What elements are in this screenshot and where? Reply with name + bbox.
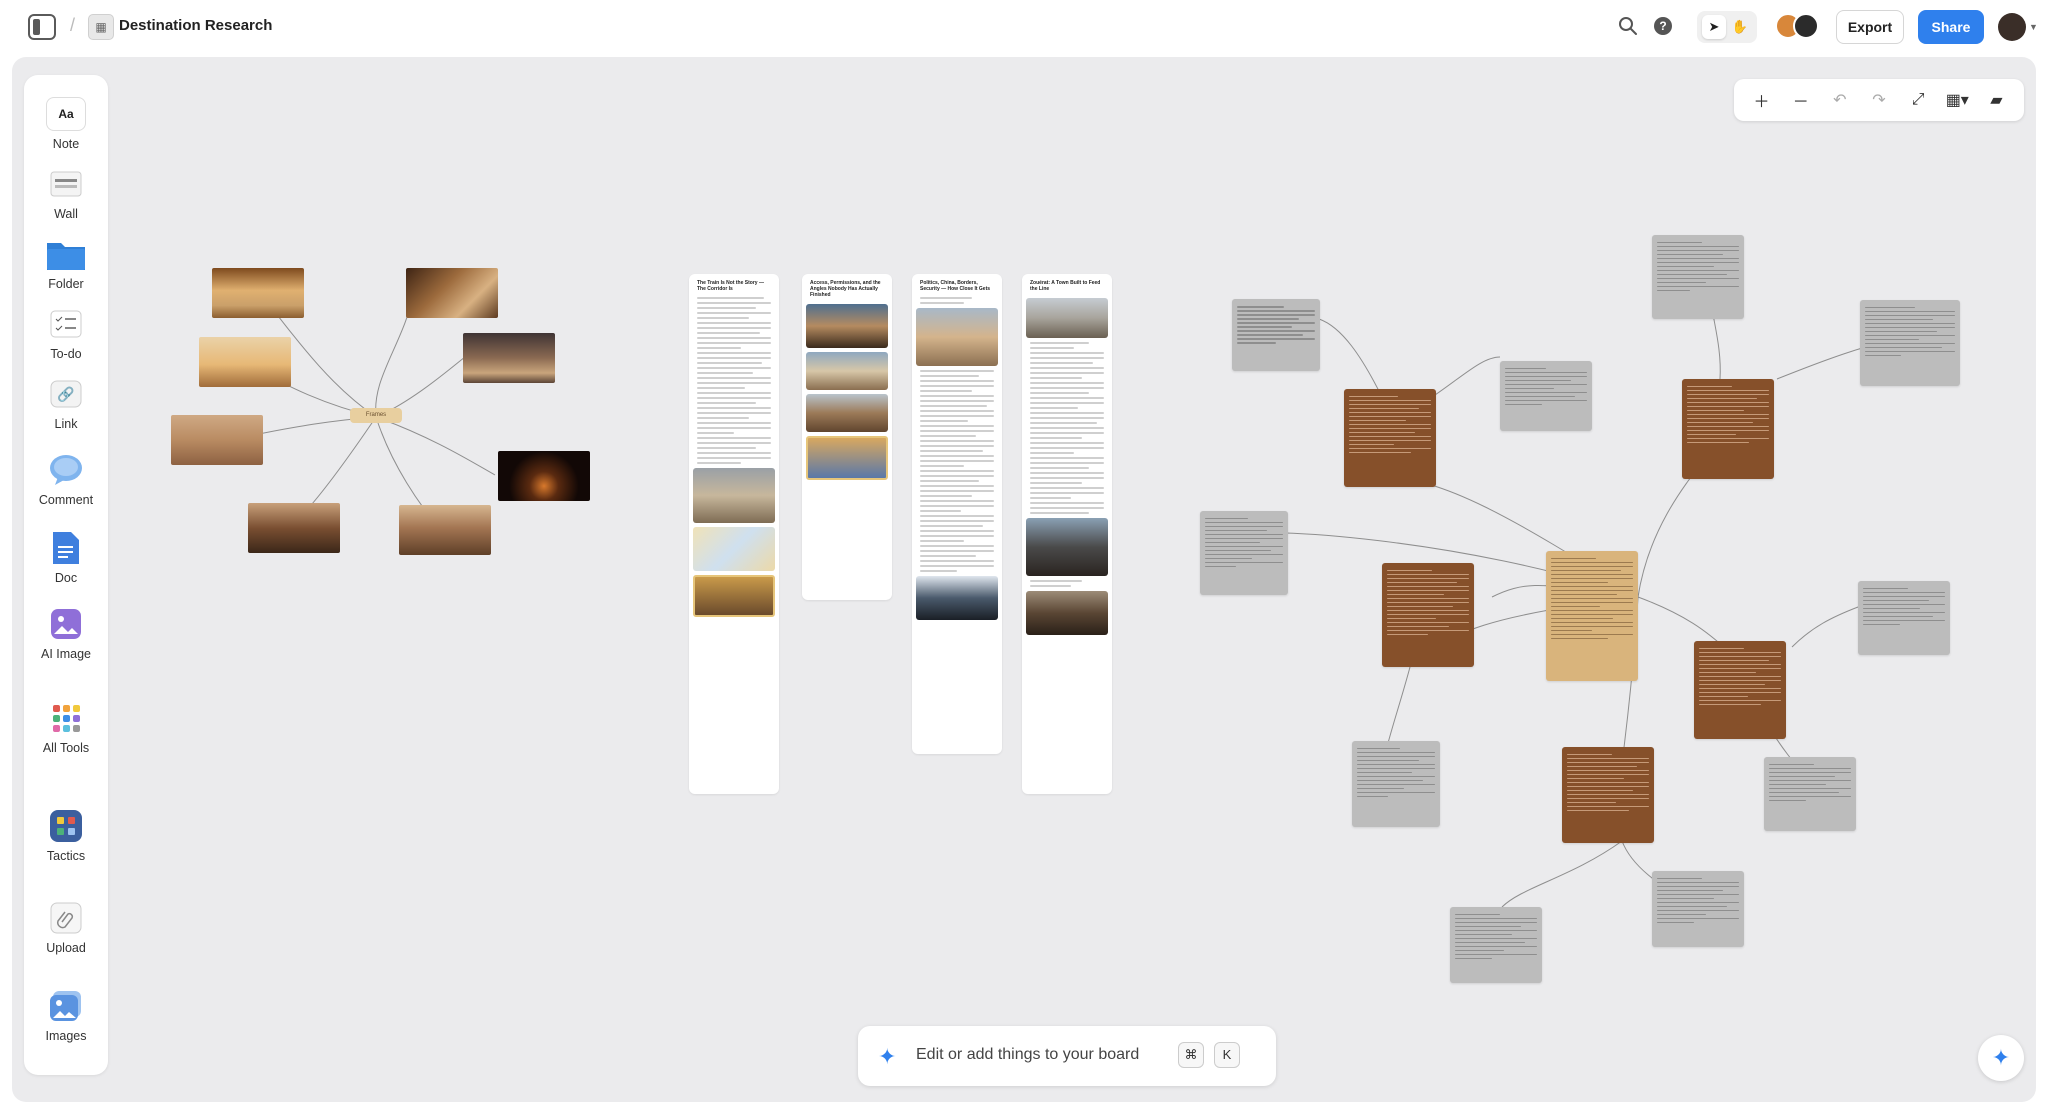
research-card-access[interactable]: Access, Permissions, and the Angles Nobo… xyxy=(802,274,892,600)
ai-prompt-bar[interactable]: ✦ Edit or add things to your board ⌘ K xyxy=(858,1026,1276,1086)
card-video-thumbnail xyxy=(806,352,888,390)
help-icon[interactable]: ? xyxy=(1654,17,1672,35)
mindmap-photo-train-desert[interactable] xyxy=(399,505,491,555)
research-note[interactable] xyxy=(1500,361,1592,431)
card-title: Access, Permissions, and the Angles Nobo… xyxy=(810,280,881,298)
chevron-down-icon[interactable]: ▼ xyxy=(2029,22,2038,32)
research-note[interactable] xyxy=(1652,235,1744,319)
card-image xyxy=(693,468,775,523)
sidebar-toggle-icon[interactable] xyxy=(28,14,56,40)
card-image xyxy=(1026,518,1108,576)
research-card-zouerat[interactable]: Zouérat: A Town Built to Feed the Line xyxy=(1022,274,1112,794)
research-card-corridor[interactable]: The Train Is Not the Story — The Corrido… xyxy=(689,274,779,794)
card-body-text xyxy=(689,297,779,464)
mindmap-photo-lone-tree[interactable] xyxy=(199,337,291,387)
research-note[interactable] xyxy=(1682,379,1774,479)
ai-assistant-button[interactable]: ✦ xyxy=(1978,1035,2024,1081)
card-video-thumbnail xyxy=(693,575,775,617)
top-bar: / ▦ Destination Research ? ➤ ✋ Export Sh… xyxy=(0,0,2048,55)
mindmap-photo-train-dusk[interactable] xyxy=(463,333,555,383)
research-note[interactable] xyxy=(1858,581,1950,655)
mindmap-photo-camel-caravan[interactable] xyxy=(212,268,304,318)
card-map-image xyxy=(693,527,775,571)
shortcut-k-key: K xyxy=(1214,1042,1240,1068)
research-note[interactable] xyxy=(1860,300,1960,386)
export-button[interactable]: Export xyxy=(1836,10,1904,44)
share-button[interactable]: Share xyxy=(1918,10,1984,44)
card-title: Politics, China, Borders, Security — How… xyxy=(920,280,991,292)
card-video-thumbnail xyxy=(1026,591,1108,635)
card-body-text xyxy=(912,370,1002,572)
research-note[interactable] xyxy=(1562,747,1654,843)
user-avatar[interactable] xyxy=(1998,13,2026,41)
card-video-thumbnail xyxy=(916,576,998,620)
search-icon[interactable] xyxy=(1618,16,1638,36)
research-note[interactable] xyxy=(1200,511,1288,595)
research-note[interactable] xyxy=(1382,563,1474,667)
card-body-text xyxy=(1022,342,1112,514)
card-video-thumbnail xyxy=(806,304,888,348)
research-note[interactable] xyxy=(1764,757,1856,831)
card-body-text xyxy=(1022,580,1112,587)
card-body-text xyxy=(912,297,1002,304)
board-canvas[interactable]: Aa Note Wall Folder To-do 🔗 Link Comment… xyxy=(12,57,2036,1102)
card-video-thumbnail xyxy=(806,436,888,480)
research-note[interactable] xyxy=(1232,299,1320,371)
avatar xyxy=(1793,13,1819,39)
mindmap-photo-campfire[interactable] xyxy=(498,451,590,501)
mindmap-photo-figure-dunes[interactable] xyxy=(171,415,263,465)
research-note-central[interactable] xyxy=(1546,551,1638,681)
research-note[interactable] xyxy=(1450,907,1542,983)
card-title: The Train Is Not the Story — The Corrido… xyxy=(697,280,764,292)
research-note[interactable] xyxy=(1344,389,1436,487)
hand-icon[interactable]: ✋ xyxy=(1728,15,1752,39)
frames-hub-node[interactable]: Frames xyxy=(350,408,402,423)
card-image xyxy=(916,308,998,366)
collaborator-avatars[interactable] xyxy=(1775,13,1823,41)
sparkle-icon: ✦ xyxy=(878,1044,897,1069)
pointer-icon[interactable]: ➤ xyxy=(1702,15,1726,39)
card-image xyxy=(1026,298,1108,338)
research-note[interactable] xyxy=(1694,641,1786,739)
board-icon: ▦ xyxy=(88,14,114,40)
research-card-politics[interactable]: Politics, China, Borders, Security — How… xyxy=(912,274,1002,754)
shortcut-cmd-key: ⌘ xyxy=(1178,1042,1204,1068)
prompt-placeholder[interactable]: Edit or add things to your board xyxy=(916,1046,1139,1064)
card-video-thumbnail xyxy=(806,394,888,432)
board-title[interactable]: Destination Research xyxy=(119,17,272,34)
interaction-mode-toggle: ➤ ✋ xyxy=(1697,11,1757,43)
research-note[interactable] xyxy=(1352,741,1440,827)
research-note[interactable] xyxy=(1652,871,1744,947)
breadcrumb-separator: / xyxy=(70,15,76,35)
mindmap-photo-desert-rider[interactable] xyxy=(406,268,498,318)
card-title: Zouérat: A Town Built to Feed the Line xyxy=(1030,280,1101,292)
sparkle-icon: ✦ xyxy=(1991,1045,2011,1070)
mindmap-photo-silhouette[interactable] xyxy=(248,503,340,553)
